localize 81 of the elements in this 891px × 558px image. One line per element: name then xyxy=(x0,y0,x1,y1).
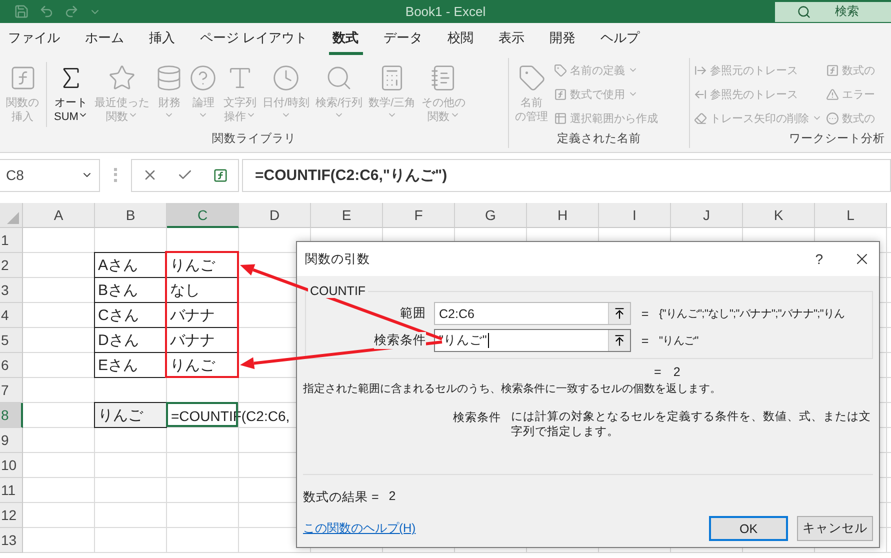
formula-field[interactable]: =COUNTIF(C2:C6,"りんご") xyxy=(242,158,891,192)
group-label: 定義された名前 xyxy=(556,132,642,147)
column-header[interactable]: L xyxy=(815,203,887,228)
column-header[interactable]: K xyxy=(743,203,815,228)
column-header[interactable]: B xyxy=(95,203,167,228)
tag-icon xyxy=(518,64,546,92)
argument-field[interactable]: C2:C6 xyxy=(434,302,631,325)
question-icon xyxy=(189,64,218,92)
search-icon xyxy=(797,4,811,18)
function-icon xyxy=(554,88,567,100)
column-header[interactable]: A xyxy=(23,203,95,228)
ribbon-tab[interactable]: 表示 xyxy=(494,23,529,55)
argument-result: "りんご" xyxy=(659,334,700,348)
total-result: 2 xyxy=(673,365,680,379)
equals-sign: = xyxy=(640,306,650,320)
row-header[interactable]: 1 xyxy=(0,228,23,253)
ribbon-tab[interactable]: ページ レイアウト xyxy=(196,23,312,55)
help-link[interactable]: この関数のヘルプ(H) xyxy=(303,520,416,537)
table-cell: りんご xyxy=(94,402,167,428)
dialog-title: 関数の引数 xyxy=(305,250,370,268)
function-description: 指定された範囲に含まれるセルのうち、検索条件に一致するセルの個数を返します。 xyxy=(303,382,722,396)
column-header[interactable]: F xyxy=(383,203,455,228)
ribbon-tab[interactable]: 挿入 xyxy=(145,23,179,55)
help-button[interactable]: ? xyxy=(809,250,829,268)
row-header[interactable]: 6 xyxy=(0,353,23,378)
ribbon-tab[interactable]: 校閲 xyxy=(444,23,478,55)
ok-button[interactable]: OK xyxy=(709,516,788,541)
collapse-button[interactable] xyxy=(608,330,630,351)
group-label: 関数ライブラリ xyxy=(211,132,297,147)
name-box[interactable]: C8 xyxy=(0,158,100,192)
column-header[interactable]: G xyxy=(455,203,527,228)
row-header[interactable]: 2 xyxy=(0,253,23,278)
function-icon[interactable] xyxy=(213,168,228,182)
row-header[interactable]: 11 xyxy=(0,478,23,503)
column-header[interactable]: H xyxy=(527,203,599,228)
table-cell: Eさん xyxy=(94,352,167,378)
equals-sign: = xyxy=(654,365,662,379)
result-label: 数式の結果 = xyxy=(303,489,379,506)
argument-label: 検索条件 xyxy=(453,410,501,426)
cancel-button[interactable]: キャンセル xyxy=(797,516,873,541)
group-label: ワークシート分析 xyxy=(788,132,886,147)
warning-icon xyxy=(826,88,839,100)
argument-description: には計算の対象となるセルを定義する条件を、数値、式、または文字列で指定します。 xyxy=(511,410,872,440)
window-title: Book1 - Excel xyxy=(405,4,486,19)
column-header[interactable]: C xyxy=(167,203,239,228)
ribbon-button[interactable]: オート SUM xyxy=(52,58,90,131)
clock-icon xyxy=(272,64,300,92)
row-header[interactable]: 8 xyxy=(0,403,23,428)
result-value: 2 xyxy=(388,489,396,505)
tag-icon xyxy=(554,64,567,76)
argument-label: 範囲 xyxy=(400,305,426,322)
row-header[interactable]: 9 xyxy=(0,428,23,453)
ribbon-tab[interactable]: ホーム xyxy=(81,23,128,55)
column-header[interactable]: J xyxy=(671,203,743,228)
row-header[interactable]: 10 xyxy=(0,453,23,478)
row-header[interactable]: 12 xyxy=(0,503,23,528)
upload-icon xyxy=(613,307,626,320)
argument-result: {"りんご";"なし";"バナナ";"バナナ";"りん xyxy=(659,307,846,321)
column-header[interactable]: D xyxy=(239,203,311,228)
row-header[interactable]: 7 xyxy=(0,378,23,403)
function-name: COUNTIF xyxy=(308,284,368,298)
ribbon-tab[interactable]: ファイル xyxy=(4,23,64,55)
table-icon xyxy=(554,112,567,124)
row-header[interactable]: 13 xyxy=(0,528,23,553)
search-field[interactable]: 検索 xyxy=(775,2,891,22)
row-header[interactable]: 4 xyxy=(0,303,23,328)
row-header[interactable]: 3 xyxy=(0,278,23,303)
function-icon xyxy=(826,64,839,76)
column-header[interactable]: I xyxy=(599,203,671,228)
ribbon-tab[interactable]: データ xyxy=(380,23,427,55)
column-header[interactable]: E xyxy=(311,203,383,228)
argument-label: 検索条件 xyxy=(374,332,426,349)
star-icon xyxy=(108,64,136,92)
ribbon-tab[interactable]: ヘルプ xyxy=(596,23,644,55)
upload-icon xyxy=(613,334,626,347)
equals-sign: = xyxy=(640,334,650,348)
collapse-button[interactable] xyxy=(608,303,630,324)
table-cell: Aさん xyxy=(94,252,167,278)
eraser-icon xyxy=(694,112,707,124)
row-header[interactable]: 5 xyxy=(0,328,23,353)
ribbon-tab[interactable]: 開発 xyxy=(546,23,580,55)
